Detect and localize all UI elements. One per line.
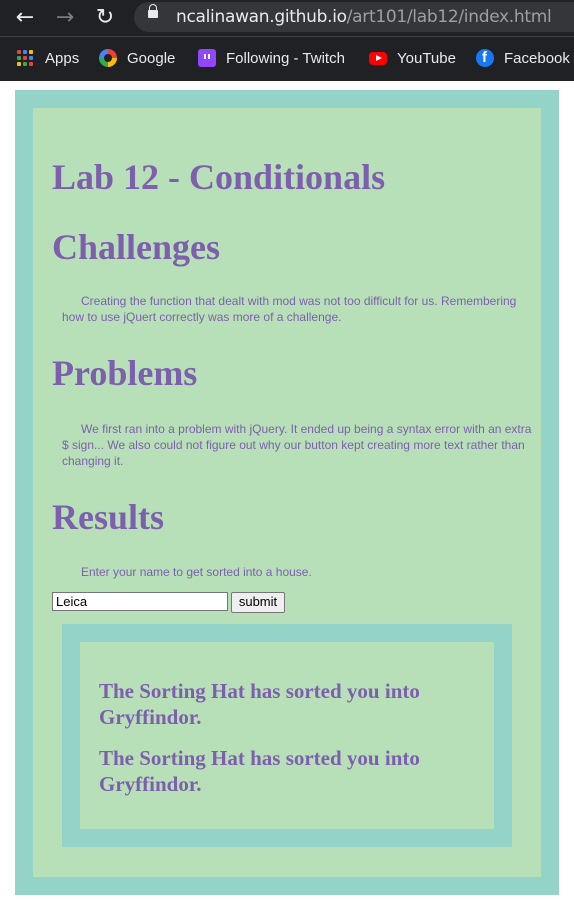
- problems-heading: Problems: [52, 353, 198, 393]
- page-title: Lab 12 - Conditionals: [52, 157, 386, 197]
- browser-chrome: ← → ↻ ncalinawan.github.io/art101/lab12/…: [0, 0, 574, 81]
- apps-icon: [17, 50, 33, 66]
- forward-arrow-icon[interactable]: →: [51, 4, 79, 32]
- result-frame: The Sorting Hat has sorted you into Gryf…: [62, 624, 512, 847]
- bookmark-label: YouTube: [397, 49, 456, 67]
- sorting-result: The Sorting Hat has sorted you into Gryf…: [99, 746, 420, 796]
- bookmark-facebook[interactable]: Facebook: [476, 47, 570, 69]
- reload-icon[interactable]: ↻: [91, 4, 119, 32]
- challenges-text: Creating the function that dealt with mo…: [62, 294, 517, 324]
- youtube-icon: [369, 51, 387, 65]
- bookmark-label: Following - Twitch: [226, 49, 345, 67]
- url-text: ncalinawan.github.io/art101/lab12/index.…: [176, 7, 552, 27]
- outer-frame: Lab 12 - Conditionals Challenges Creatin…: [15, 90, 559, 895]
- results-prompt: Enter your name to get sorted into a hou…: [81, 565, 312, 579]
- bookmark-label: Apps: [45, 49, 80, 67]
- facebook-icon: [476, 49, 494, 67]
- bookmark-apps[interactable]: Apps: [17, 47, 79, 69]
- bookmark-label: Facebook: [504, 49, 570, 67]
- name-input[interactable]: [52, 592, 228, 611]
- bookmark-google[interactable]: Google: [99, 47, 175, 69]
- address-bar[interactable]: ncalinawan.github.io/art101/lab12/index.…: [134, 2, 574, 32]
- google-icon: [99, 49, 117, 67]
- challenges-heading: Challenges: [52, 227, 221, 267]
- back-arrow-icon[interactable]: ←: [11, 4, 39, 32]
- content-panel: Lab 12 - Conditionals Challenges Creatin…: [33, 108, 541, 877]
- lock-icon: [148, 4, 158, 18]
- sorting-result: The Sorting Hat has sorted you into Gryf…: [99, 679, 420, 729]
- bookmarks-bar: Apps Google Following - Twitch YouTube F…: [0, 36, 574, 82]
- problems-text: We first ran into a problem with jQuery.…: [62, 422, 532, 468]
- bookmark-label: Google: [127, 49, 176, 67]
- submit-button[interactable]: submit: [231, 592, 285, 613]
- result-panel: The Sorting Hat has sorted you into Gryf…: [80, 642, 494, 829]
- page-viewport: Lab 12 - Conditionals Challenges Creatin…: [0, 81, 574, 900]
- results-heading: Results: [52, 497, 165, 537]
- bookmark-youtube[interactable]: YouTube: [369, 47, 456, 69]
- bookmark-twitch[interactable]: Following - Twitch: [198, 47, 345, 69]
- browser-toolbar: ← → ↻ ncalinawan.github.io/art101/lab12/…: [0, 0, 574, 36]
- twitch-icon: [198, 49, 216, 67]
